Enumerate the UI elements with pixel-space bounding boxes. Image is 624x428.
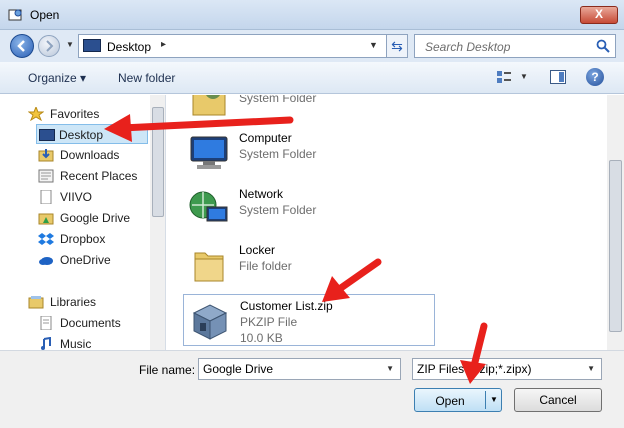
documents-icon	[40, 316, 52, 330]
file-type-dropdown-icon[interactable]: ▼	[587, 364, 595, 373]
file-list-scrollbar[interactable]	[607, 95, 624, 350]
file-type-filter[interactable]: ZIP Files (*.zip;*.zipx) ▼	[412, 358, 602, 380]
search-input[interactable]: Search Desktop	[425, 40, 510, 54]
help-icon[interactable]: ?	[586, 68, 604, 86]
star-icon	[28, 107, 44, 121]
address-chevron[interactable]: ▸	[161, 39, 166, 50]
file-name-label: File name:	[139, 363, 196, 377]
new-folder-button[interactable]: New folder	[118, 71, 175, 85]
desktop-icon	[83, 39, 101, 52]
forward-button[interactable]	[38, 35, 60, 57]
open-options-dropdown-icon[interactable]: ▼	[490, 395, 498, 404]
network-icon	[189, 191, 228, 222]
address-location[interactable]: Desktop	[107, 40, 151, 54]
preview-pane-icon[interactable]	[550, 70, 566, 84]
file-type-filter-value[interactable]: ZIP Files (*.zip;*.zipx)	[417, 362, 531, 376]
open-button[interactable]: Open ▼	[414, 388, 502, 412]
file-list-scrollbar-thumb[interactable]	[609, 160, 622, 332]
open-dialog-icon	[8, 9, 22, 21]
open-button-label[interactable]: Open	[415, 394, 485, 408]
navigation-pane: Favorites Desktop Downloads Recent Place…	[0, 95, 166, 350]
nav-google-drive[interactable]: Google Drive	[0, 208, 150, 228]
libraries-icon	[28, 296, 44, 309]
dropbox-icon	[38, 233, 54, 245]
file-item-network[interactable]: Network System Folder	[183, 183, 435, 235]
folder-icon	[194, 252, 224, 282]
refresh-icon: ⇆	[391, 38, 403, 54]
nav-favorites[interactable]: Favorites	[0, 104, 150, 124]
file-name-value[interactable]: Google Drive	[203, 362, 273, 376]
nav-desktop[interactable]: Desktop	[36, 124, 148, 144]
document-icon	[40, 190, 52, 204]
navigation-scrollbar-thumb[interactable]	[152, 107, 164, 217]
nav-dropbox[interactable]: Dropbox	[0, 229, 150, 249]
nav-recent-places[interactable]: Recent Places	[0, 166, 150, 186]
cancel-button[interactable]: Cancel	[514, 388, 602, 412]
recent-places-icon	[38, 169, 54, 183]
back-button[interactable]	[10, 34, 34, 58]
nav-viivo[interactable]: VIIVO	[0, 187, 150, 207]
file-item-computer[interactable]: Computer System Folder	[183, 127, 435, 179]
computer-icon	[190, 136, 228, 169]
nav-libraries[interactable]: Libraries	[0, 292, 150, 312]
file-item-user-folder[interactable]: System Folder	[183, 95, 435, 123]
nav-documents[interactable]: Documents	[0, 313, 150, 333]
address-dropdown-icon[interactable]: ▼	[369, 40, 378, 50]
user-folder-icon	[192, 95, 226, 116]
address-row: ▼ Desktop ▸ ▼ ⇆ Search Desktop	[0, 30, 624, 62]
music-icon	[41, 337, 51, 350]
search-box[interactable]: Search Desktop	[414, 34, 616, 58]
nav-music[interactable]: Music	[0, 334, 150, 350]
desktop-icon	[39, 129, 55, 141]
nav-onedrive[interactable]: OneDrive	[0, 250, 150, 270]
organize-button[interactable]: Organize ▾	[28, 71, 86, 85]
file-name-dropdown-icon[interactable]: ▼	[386, 364, 394, 373]
file-item-locker[interactable]: Locker File folder	[183, 239, 435, 291]
dialog-footer: File name: Google Drive ▼ ZIP Files (*.z…	[0, 350, 624, 428]
recent-locations-dropdown[interactable]: ▼	[66, 40, 76, 52]
downloads-folder-icon	[38, 149, 54, 162]
file-item-customer-list-zip[interactable]: Customer List.zip PKZIP File 10.0 KB	[183, 294, 435, 346]
onedrive-icon	[39, 257, 53, 265]
nav-downloads[interactable]: Downloads	[0, 145, 150, 165]
more-views-dropdown[interactable]: ▼	[520, 72, 528, 81]
search-icon[interactable]	[596, 39, 610, 53]
command-toolbar: Organize ▾ New folder ▼ ?	[0, 62, 624, 94]
close-button[interactable]: X	[580, 6, 618, 24]
google-drive-folder-icon	[38, 213, 54, 225]
navigation-scrollbar[interactable]	[150, 95, 165, 350]
window-title: Open	[30, 8, 60, 22]
forward-arrow-icon	[46, 40, 54, 52]
address-bar[interactable]: Desktop ▸ ▼	[78, 34, 408, 58]
refresh-button[interactable]: ⇆	[386, 34, 408, 58]
title-bar: Open X	[0, 0, 624, 30]
file-name-input[interactable]: Google Drive ▼	[198, 358, 401, 380]
file-list: System Folder Computer System Folder Net…	[167, 95, 607, 350]
open-split-divider	[485, 391, 486, 409]
zip-archive-icon	[192, 304, 228, 340]
change-view-icon[interactable]	[496, 70, 512, 84]
back-arrow-icon	[17, 40, 25, 52]
